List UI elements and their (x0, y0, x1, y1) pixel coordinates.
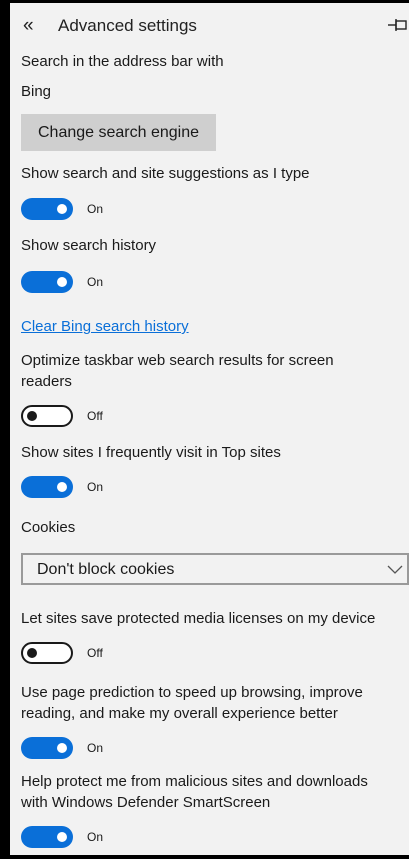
page-prediction-label-line1: Use page prediction to speed up browsing… (21, 684, 363, 701)
suggestions-state: On (87, 202, 104, 216)
search-history-label: Show search history (21, 237, 157, 254)
taskbar-state: Off (87, 409, 103, 423)
taskbar-label-line1: Optimize taskbar web search results for … (21, 352, 334, 369)
search-engine-label: Search in the address bar with (21, 53, 224, 70)
page-prediction-toggle[interactable] (21, 737, 73, 759)
change-search-engine-button[interactable]: Change search engine (21, 114, 216, 151)
taskbar-toggle[interactable] (21, 405, 73, 427)
top-sites-toggle[interactable] (21, 476, 73, 498)
suggestions-label: Show search and site suggestions as I ty… (21, 165, 310, 182)
toggle-knob (57, 743, 67, 753)
search-engine-value: Bing (21, 83, 52, 100)
pin-icon[interactable] (387, 16, 407, 34)
toggle-knob (57, 832, 67, 842)
chevron-down-icon (387, 562, 403, 580)
media-licenses-label: Let sites save protected media licenses … (21, 610, 376, 627)
smartscreen-state: On (87, 830, 104, 844)
page-prediction-state: On (87, 741, 104, 755)
top-sites-label: Show sites I frequently visit in Top sit… (21, 444, 281, 461)
toggle-knob (57, 204, 67, 214)
top-sites-state: On (87, 480, 104, 494)
panel-header: « Advanced settings (10, 3, 409, 48)
clear-bing-history-link[interactable]: Clear Bing search history (21, 317, 189, 337)
media-licenses-state: Off (87, 646, 103, 660)
toggle-knob (27, 648, 37, 658)
search-history-toggle[interactable] (21, 271, 73, 293)
search-history-state: On (87, 275, 104, 289)
settings-panel: « Advanced settings Search in the addres… (10, 3, 409, 855)
suggestions-toggle[interactable] (21, 198, 73, 220)
taskbar-label-line2: readers (21, 373, 72, 390)
page-prediction-label-line2: reading, and make my overall experience … (21, 705, 338, 722)
back-chevron-icon[interactable]: « (23, 16, 34, 35)
cookies-selected-value: Don't block cookies (37, 561, 175, 578)
smartscreen-toggle[interactable] (21, 826, 73, 848)
smartscreen-label-line1: Help protect me from malicious sites and… (21, 773, 368, 790)
page-title: Advanced settings (58, 16, 197, 35)
toggle-knob (27, 411, 37, 421)
smartscreen-label-line2: with Windows Defender SmartScreen (21, 794, 271, 811)
cookies-dropdown[interactable]: Don't block cookies (21, 553, 409, 585)
toggle-knob (57, 482, 67, 492)
cookies-label: Cookies (21, 519, 76, 536)
toggle-knob (57, 277, 67, 287)
media-licenses-toggle[interactable] (21, 642, 73, 664)
